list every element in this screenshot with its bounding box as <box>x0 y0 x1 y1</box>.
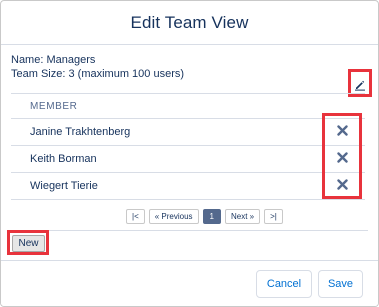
close-x-icon <box>336 178 348 190</box>
new-member-button[interactable]: New <box>12 235 45 252</box>
new-button-highlight: New <box>7 230 49 255</box>
member-name: Janine Trakhtenberg <box>30 126 131 138</box>
team-size-row: Team Size: 3 (maximum 100 users) <box>11 67 184 81</box>
last-page-button[interactable]: >| <box>264 209 283 224</box>
remove-member-button[interactable] <box>334 122 350 138</box>
member-name: Keith Borman <box>30 153 97 165</box>
team-size-value: 3 (maximum 100 users) <box>68 68 185 80</box>
cancel-button[interactable]: Cancel <box>256 270 312 298</box>
close-x-icon <box>336 124 348 136</box>
remove-member-button[interactable] <box>334 176 350 192</box>
close-x-icon <box>336 151 348 163</box>
table-row: Janine Trakhtenberg <box>11 119 365 146</box>
pagination: |< « Previous 1 Next » >| <box>126 209 283 224</box>
table-row: Wiegert Tierie <box>11 173 365 200</box>
first-page-button[interactable]: |< <box>126 209 145 224</box>
remove-buttons-highlight <box>322 113 362 199</box>
next-page-button[interactable]: Next » <box>225 209 261 224</box>
modal-header: Edit Team View <box>1 1 378 45</box>
team-name-row: Name: Managers <box>11 53 184 67</box>
save-button[interactable]: Save <box>318 270 363 298</box>
member-name: Wiegert Tierie <box>30 180 98 192</box>
modal-title: Edit Team View <box>130 12 249 32</box>
modal-footer: Cancel Save <box>1 260 378 306</box>
edit-team-view-modal: Edit Team View Name: Managers Team Size:… <box>0 0 379 307</box>
current-page-button[interactable]: 1 <box>202 209 221 224</box>
section-divider <box>11 230 368 231</box>
remove-member-button[interactable] <box>334 149 350 165</box>
table-row: Keith Borman <box>11 146 365 173</box>
pencil-icon <box>355 80 365 91</box>
team-name-label: Name: <box>11 54 44 66</box>
previous-page-button[interactable]: « Previous <box>148 209 199 224</box>
team-info: Name: Managers Team Size: 3 (maximum 100… <box>11 53 184 81</box>
team-name-value: Managers <box>46 54 96 66</box>
member-table: MEMBER Janine Trakhtenberg Keith Borman … <box>11 93 365 200</box>
team-size-label: Team Size: <box>11 68 66 80</box>
member-column-header: MEMBER <box>11 93 365 119</box>
